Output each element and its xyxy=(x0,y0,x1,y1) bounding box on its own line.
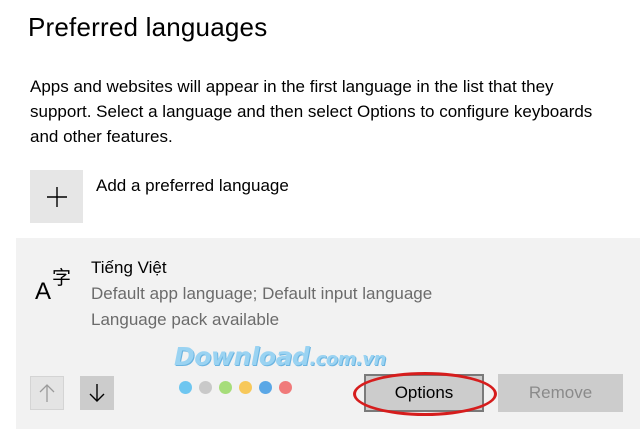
watermark-dots xyxy=(179,381,292,394)
watermark-suffix: .com.vn xyxy=(309,349,386,370)
language-glyph-icon: A 字 xyxy=(35,267,71,302)
watermark-dot xyxy=(199,381,212,394)
watermark-dot xyxy=(219,381,232,394)
watermark-logo: Download.com.vn xyxy=(174,342,386,371)
arrow-up-icon xyxy=(39,384,55,402)
language-pack-status: Language pack available xyxy=(91,310,280,329)
options-button[interactable]: Options xyxy=(364,374,484,412)
move-up-button[interactable] xyxy=(30,376,64,410)
add-language-row[interactable]: Add a preferred language xyxy=(30,170,430,224)
remove-button[interactable]: Remove xyxy=(498,374,623,412)
plus-icon xyxy=(46,186,67,207)
add-language-button[interactable] xyxy=(30,170,83,223)
svg-text:A: A xyxy=(35,278,51,302)
language-detail: Default app language; Default input lang… xyxy=(91,284,433,303)
arrow-down-icon xyxy=(89,384,105,402)
svg-text:字: 字 xyxy=(52,267,71,289)
watermark-dot xyxy=(179,381,192,394)
watermark-dot xyxy=(279,381,292,394)
language-name: Tiếng Việt xyxy=(91,258,167,277)
move-down-button[interactable] xyxy=(80,376,114,410)
watermark-dot xyxy=(239,381,252,394)
watermark-brand: Download xyxy=(174,342,310,371)
page-description: Apps and websites will appear in the fir… xyxy=(30,77,593,146)
page-title: Preferred languages xyxy=(28,12,268,42)
watermark-dot xyxy=(259,381,272,394)
add-language-label[interactable]: Add a preferred language xyxy=(96,176,289,196)
language-item-panel[interactable]: A 字 Tiếng Việt Default app language; Def… xyxy=(16,238,640,429)
